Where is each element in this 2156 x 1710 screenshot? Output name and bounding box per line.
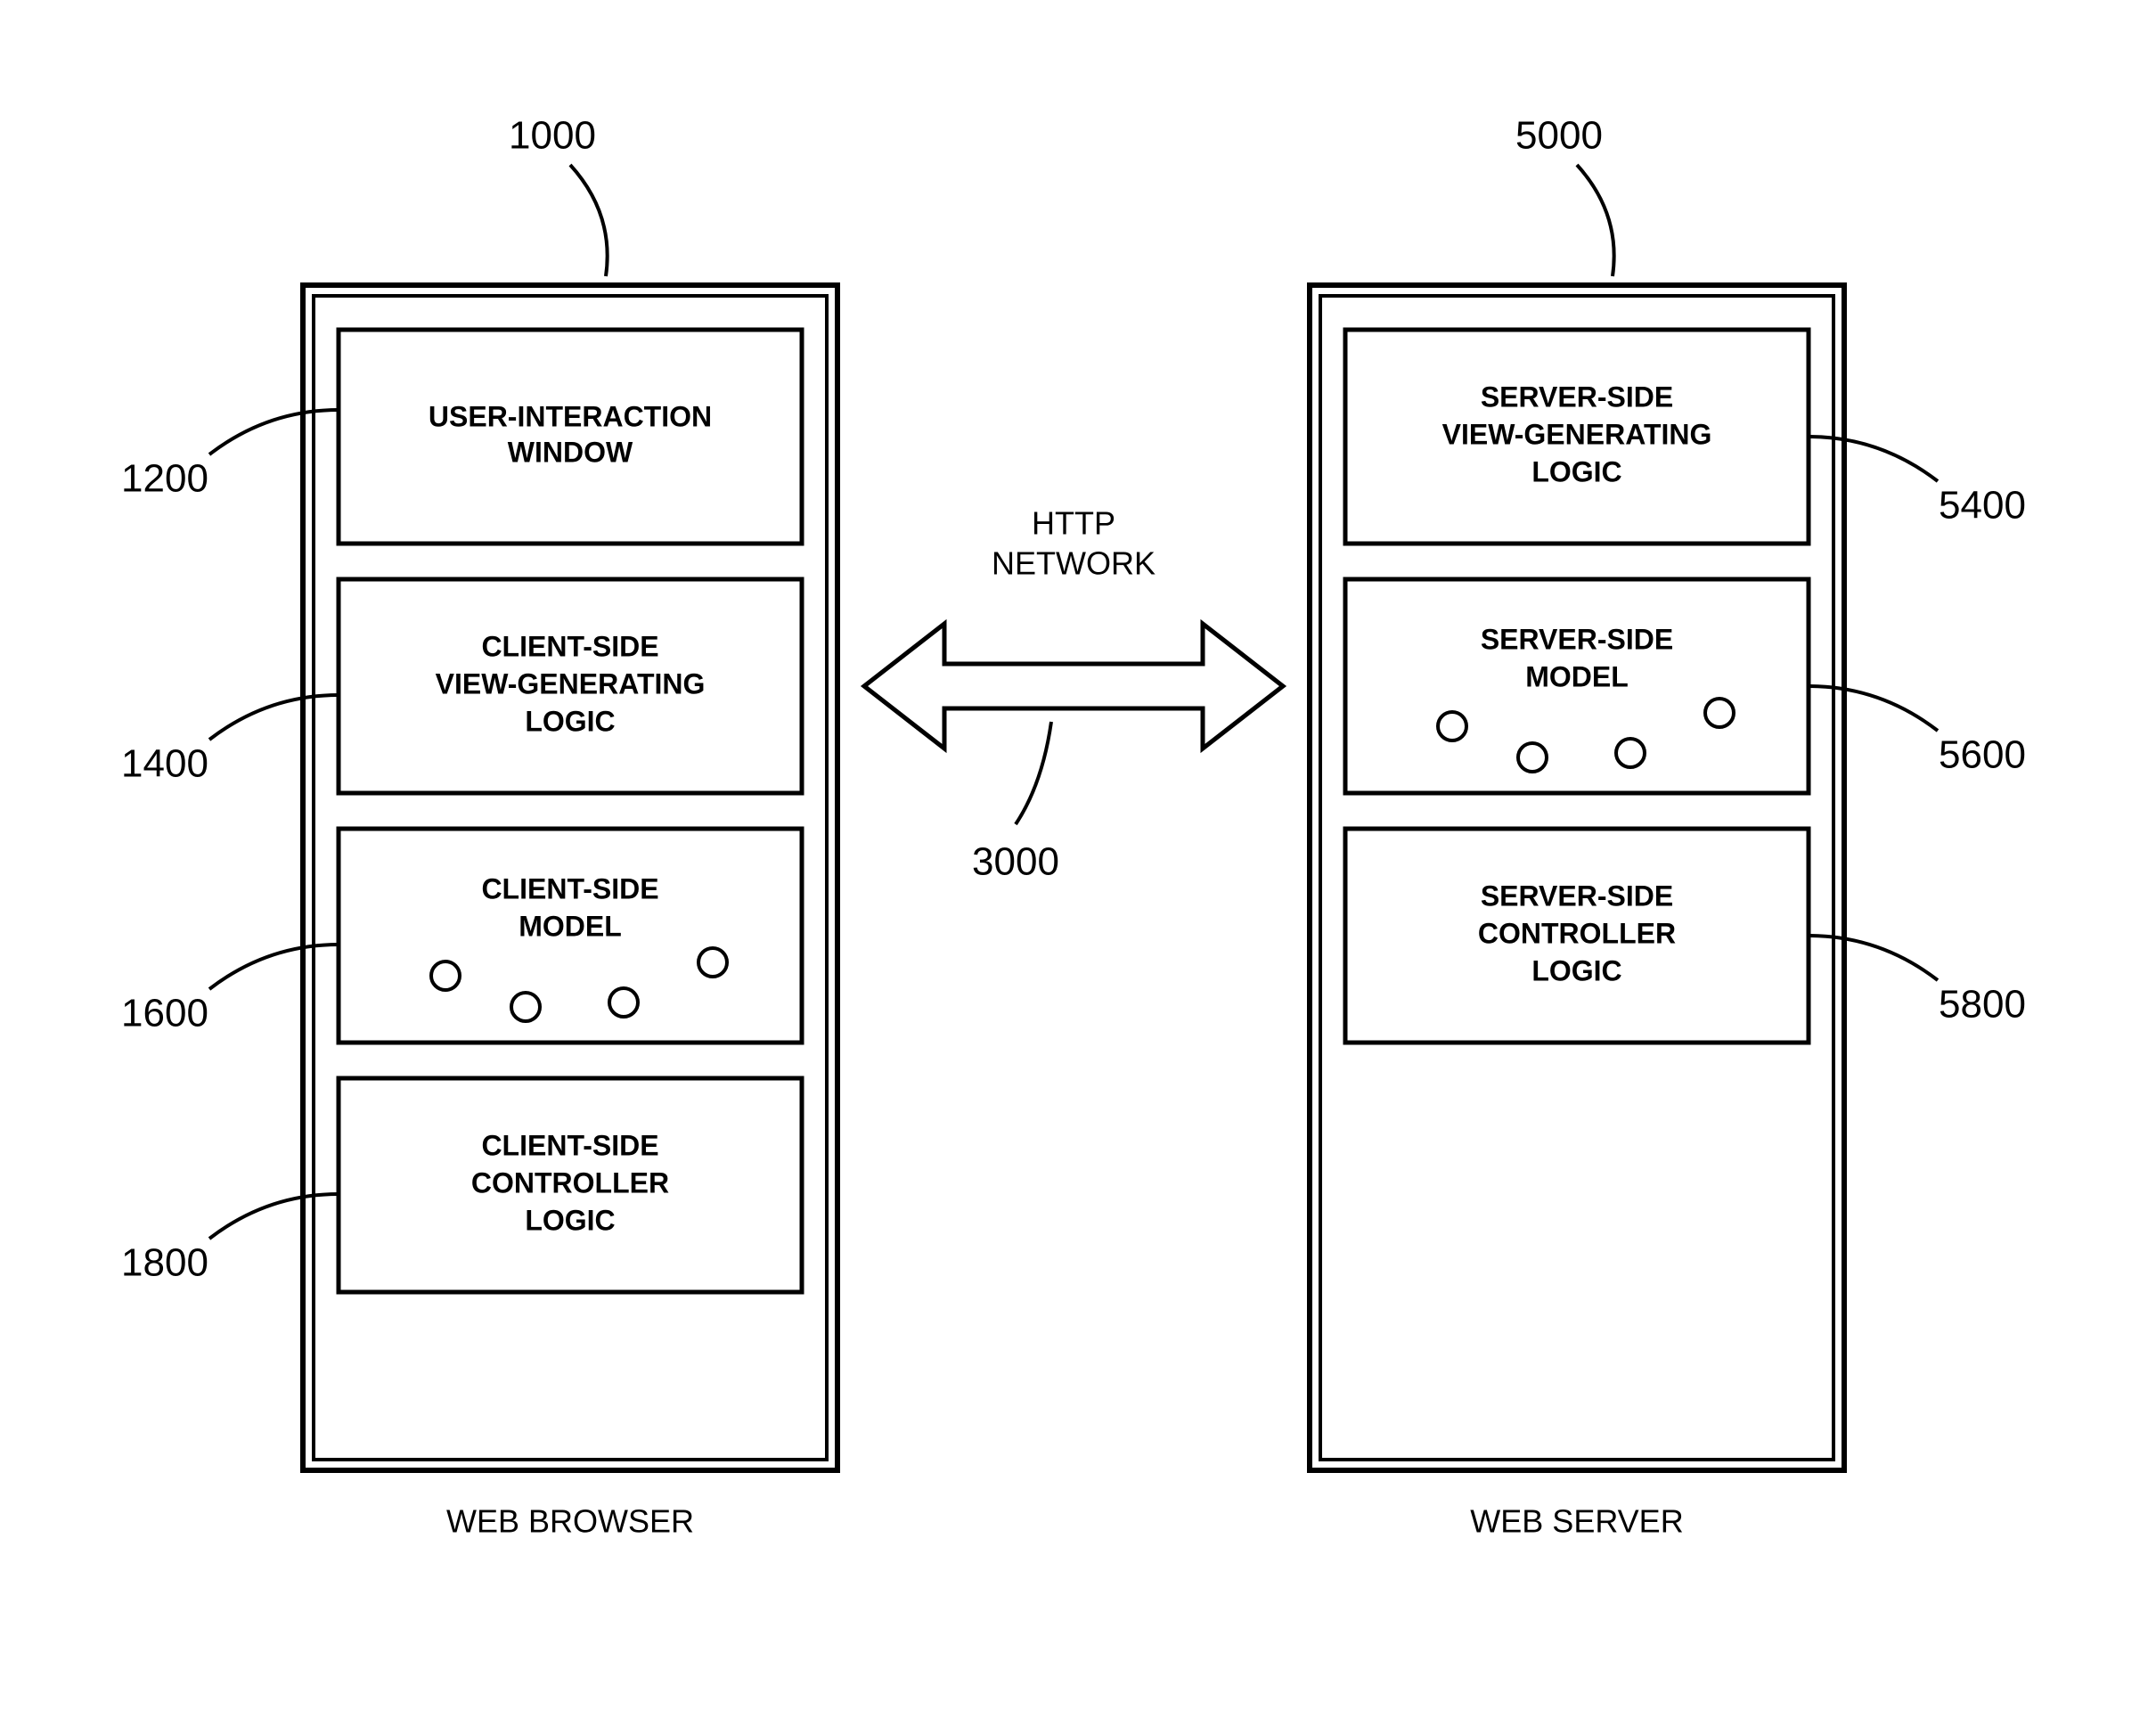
ref-5000: 5000 xyxy=(1515,114,1603,158)
block-text: USER-INTERACTION xyxy=(429,400,712,432)
block-text: CONTROLLER xyxy=(1478,917,1676,949)
ref-1400: 1400 xyxy=(121,742,208,786)
block-text: LOGIC xyxy=(1531,954,1621,986)
network-label-line1: HTTP xyxy=(1032,505,1115,542)
block-text: VIEW-GENERATING xyxy=(1442,418,1712,450)
ref-5400: 5400 xyxy=(1939,484,2026,528)
block-text: SERVER-SIDE xyxy=(1481,880,1673,912)
ref-1800: 1800 xyxy=(121,1241,208,1285)
client-side-controller-logic-block: CLIENT-SIDE CONTROLLER LOGIC xyxy=(339,1078,802,1292)
ref-1600: 1600 xyxy=(121,992,208,1035)
block-text: VIEW-GENERATING xyxy=(436,667,706,700)
block-text: CLIENT-SIDE xyxy=(481,630,658,662)
ref-5800: 5800 xyxy=(1939,983,2026,1027)
client-side-model-block: CLIENT-SIDE MODEL xyxy=(339,829,802,1043)
web-browser-container: USER-INTERACTION WINDOW CLIENT-SIDE VIEW… xyxy=(303,285,837,1540)
block-text: MODEL xyxy=(1525,660,1629,692)
server-side-model-block: SERVER-SIDE MODEL xyxy=(1345,579,1809,793)
ref-3000: 3000 xyxy=(972,840,1059,884)
block-text: CLIENT-SIDE xyxy=(481,872,658,904)
client-side-view-generating-logic-block: CLIENT-SIDE VIEW-GENERATING LOGIC xyxy=(339,579,802,793)
ref-1000: 1000 xyxy=(509,114,596,158)
http-network-arrow: HTTP NETWORK 3000 xyxy=(864,505,1283,884)
block-text: LOGIC xyxy=(525,705,615,737)
block-text: CLIENT-SIDE xyxy=(481,1129,658,1161)
block-text: MODEL xyxy=(519,910,622,942)
block-text: WINDOW xyxy=(508,436,633,468)
user-interaction-window-block: USER-INTERACTION WINDOW xyxy=(339,330,802,544)
ref-5600: 5600 xyxy=(1939,733,2026,777)
ref-1200: 1200 xyxy=(121,457,208,501)
block-text: LOGIC xyxy=(1531,455,1621,487)
block-text: SERVER-SIDE xyxy=(1481,380,1673,413)
server-side-controller-logic-block: SERVER-SIDE CONTROLLER LOGIC xyxy=(1345,829,1809,1043)
ref-1000-leader: 1000 xyxy=(509,114,608,276)
diagram-canvas: USER-INTERACTION WINDOW CLIENT-SIDE VIEW… xyxy=(0,0,2156,1710)
block-text: CONTROLLER xyxy=(471,1166,669,1199)
block-text: SERVER-SIDE xyxy=(1481,623,1673,655)
ref-5000-leader: 5000 xyxy=(1515,114,1614,276)
server-side-view-generating-logic-block: SERVER-SIDE VIEW-GENERATING LOGIC xyxy=(1345,330,1809,544)
web-server-label: WEB SERVER xyxy=(1470,1503,1683,1540)
network-label-line2: NETWORK xyxy=(992,545,1156,582)
web-browser-label: WEB BROWSER xyxy=(446,1503,694,1540)
web-server-container: SERVER-SIDE VIEW-GENERATING LOGIC SERVER… xyxy=(1310,285,1844,1540)
block-text: LOGIC xyxy=(525,1204,615,1236)
